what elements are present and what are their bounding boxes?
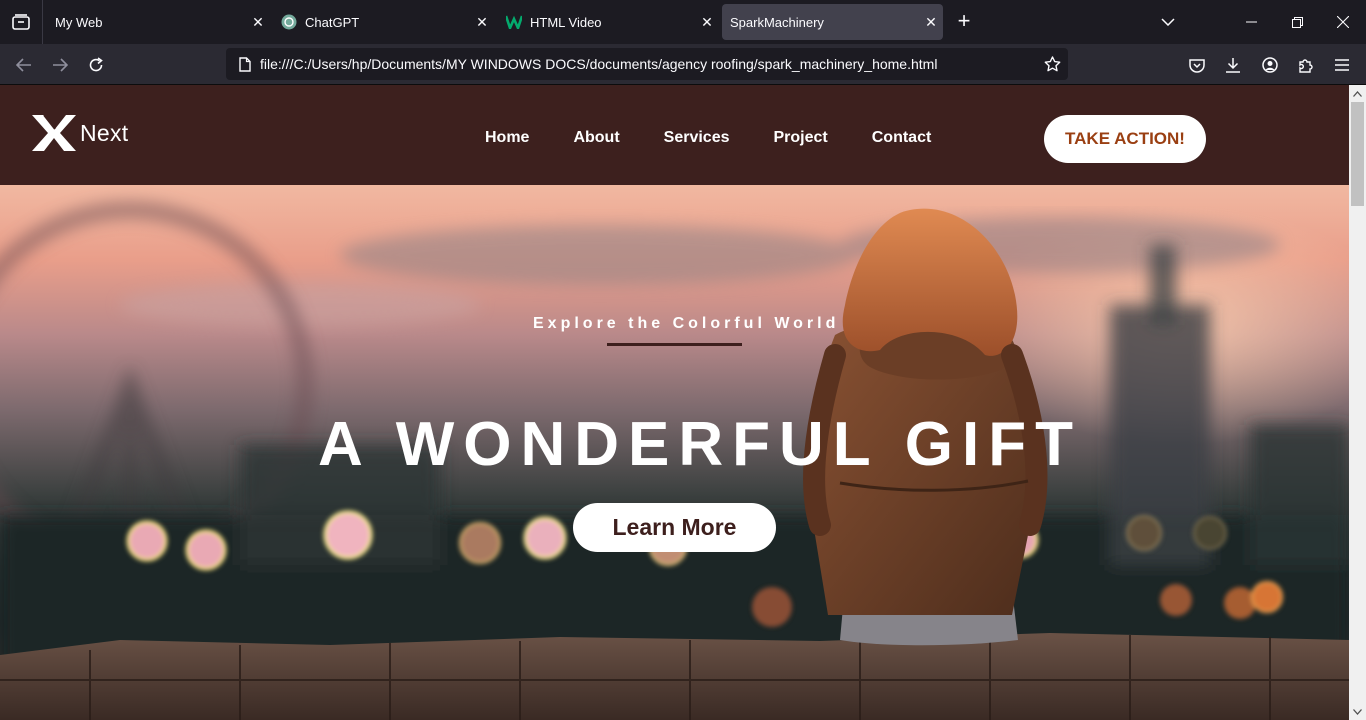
tab-my-web[interactable]: My Web ✕ bbox=[46, 4, 270, 40]
download-icon bbox=[1226, 58, 1240, 73]
bookmark-star-icon[interactable] bbox=[1036, 56, 1068, 72]
close-icon bbox=[1337, 16, 1349, 28]
reload-button[interactable] bbox=[82, 51, 110, 79]
url-bar[interactable]: file:///C:/Users/hp/Documents/MY WINDOWS… bbox=[226, 48, 1068, 80]
tab-html-video[interactable]: HTML Video ✕ bbox=[497, 4, 719, 40]
close-icon[interactable]: ✕ bbox=[246, 10, 270, 34]
tab-title: My Web bbox=[55, 14, 103, 30]
x-logo-icon bbox=[32, 114, 76, 151]
url-text[interactable]: file:///C:/Users/hp/Documents/MY WINDOWS… bbox=[260, 56, 1036, 72]
restore-button[interactable] bbox=[1274, 0, 1320, 44]
tab-chatgpt[interactable]: ChatGPT ✕ bbox=[272, 4, 494, 40]
site-header: Next Home About Services Project Contact… bbox=[0, 85, 1349, 185]
chatgpt-icon bbox=[281, 14, 297, 30]
tab-list-icon bbox=[12, 14, 30, 30]
menu-item-home[interactable]: Home bbox=[485, 129, 529, 147]
account-icon bbox=[1262, 57, 1278, 73]
window-close-button[interactable] bbox=[1320, 0, 1366, 44]
reload-icon bbox=[89, 57, 103, 72]
tab-title: SparkMachinery bbox=[730, 14, 824, 30]
arrow-right-icon bbox=[53, 58, 68, 72]
logo-text: Next bbox=[80, 119, 129, 146]
tab-bar: My Web ✕ ChatGPT ✕ HTML Video ✕ SparkMac… bbox=[0, 0, 1366, 44]
menu-button[interactable] bbox=[1328, 51, 1356, 79]
site-logo[interactable]: Next bbox=[30, 113, 129, 153]
downloads-button[interactable] bbox=[1219, 51, 1247, 79]
arrow-left-icon bbox=[16, 58, 31, 72]
learn-more-button[interactable]: Learn More bbox=[573, 503, 776, 552]
close-icon[interactable]: ✕ bbox=[470, 10, 494, 34]
main-menu: Home About Services Project Contact bbox=[485, 129, 975, 147]
hero-section: Explore the Colorful World A WONDERFUL G… bbox=[0, 185, 1349, 720]
account-button[interactable] bbox=[1256, 51, 1284, 79]
restore-icon bbox=[1291, 16, 1303, 28]
tab-title: HTML Video bbox=[530, 14, 602, 30]
page-scrollbar[interactable] bbox=[1349, 85, 1366, 720]
menu-item-about[interactable]: About bbox=[573, 129, 619, 147]
hero-subtitle: Explore the Colorful World bbox=[533, 315, 840, 332]
pocket-icon bbox=[1189, 58, 1205, 73]
minimize-icon bbox=[1245, 21, 1257, 23]
new-tab-button[interactable]: + bbox=[952, 10, 976, 34]
back-button[interactable] bbox=[10, 51, 38, 79]
scroll-up-arrow-icon[interactable] bbox=[1349, 85, 1366, 102]
tab-sparkmachinery[interactable]: SparkMachinery ✕ bbox=[722, 4, 943, 40]
forward-button[interactable] bbox=[46, 51, 74, 79]
menu-item-project[interactable]: Project bbox=[774, 129, 828, 147]
close-icon[interactable]: ✕ bbox=[919, 10, 943, 34]
extensions-button[interactable] bbox=[1292, 51, 1320, 79]
tab-overflow-button[interactable] bbox=[1145, 0, 1191, 44]
pocket-button[interactable] bbox=[1183, 51, 1211, 79]
page-icon bbox=[230, 56, 260, 72]
chevron-down-icon bbox=[1161, 18, 1175, 26]
close-icon[interactable]: ✕ bbox=[695, 10, 719, 34]
scroll-down-arrow-icon[interactable] bbox=[1349, 703, 1366, 720]
hamburger-icon bbox=[1335, 59, 1349, 71]
take-action-button[interactable]: TAKE ACTION! bbox=[1044, 115, 1206, 163]
tab-list-button[interactable] bbox=[0, 0, 43, 44]
menu-item-services[interactable]: Services bbox=[664, 129, 730, 147]
page-viewport: Next Home About Services Project Contact… bbox=[0, 85, 1349, 720]
w-logo-icon bbox=[506, 14, 522, 30]
scrollbar-thumb[interactable] bbox=[1351, 102, 1364, 206]
tab-title: ChatGPT bbox=[305, 14, 360, 30]
puzzle-icon bbox=[1299, 59, 1313, 73]
menu-item-contact[interactable]: Contact bbox=[872, 129, 932, 147]
minimize-button[interactable] bbox=[1228, 0, 1274, 44]
subtitle-underline bbox=[607, 343, 742, 346]
navigation-toolbar: file:///C:/Users/hp/Documents/MY WINDOWS… bbox=[0, 44, 1366, 85]
hero-title: A WONDERFUL GIFT bbox=[318, 410, 1082, 479]
